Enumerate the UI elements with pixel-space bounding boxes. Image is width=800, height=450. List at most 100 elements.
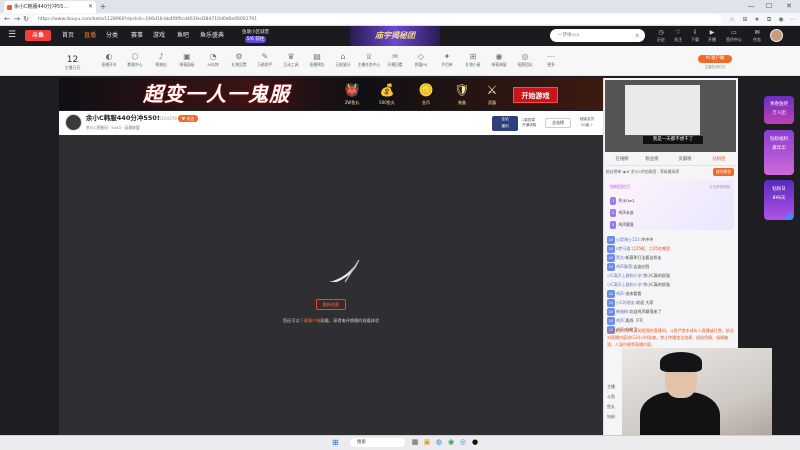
- side-ad-2[interactable]: 钻粉福利 嘉年华: [764, 130, 794, 175]
- download-button[interactable]: ⇩ 下载: [686, 29, 704, 45]
- obs-icon[interactable]: ●: [470, 437, 480, 447]
- user-avatar[interactable]: [770, 29, 783, 42]
- tab-diamond-fans[interactable]: 钻粉团: [704, 156, 734, 164]
- event-banner[interactable]: 庙宇揭秘团: [350, 26, 440, 46]
- minimize-button[interactable]: —: [744, 0, 758, 13]
- chat-username[interactable]: a梦马逢:: [616, 246, 632, 251]
- tool-item[interactable]: ⋯ 更多: [538, 51, 564, 73]
- back-icon[interactable]: ←: [2, 13, 12, 26]
- follow-list-button[interactable]: ♡ 关注: [669, 29, 687, 45]
- search-input[interactable]: 一梦缘sca ⌕: [550, 29, 645, 42]
- tool-item[interactable]: ♕ 主播任务中心: [356, 51, 382, 73]
- tool-icon: ▤: [313, 52, 321, 61]
- tool-label: 礼物设置: [231, 62, 247, 67]
- nav-yuba[interactable]: 鱼吧: [177, 30, 189, 41]
- tool-item[interactable]: ◇ 颜值PK: [408, 51, 434, 73]
- nav-esports[interactable]: 赛事: [131, 30, 143, 41]
- download-client-link[interactable]: 下载客户端: [300, 318, 321, 323]
- tool-item[interactable]: ♛ 互动工具: [278, 51, 304, 73]
- edge-icon[interactable]: ◍: [434, 437, 444, 447]
- new-tab-button[interactable]: +: [98, 1, 108, 12]
- tool-item[interactable]: ◐ 直播开关: [96, 51, 122, 73]
- follow-button[interactable]: ♥ 关注: [178, 115, 198, 122]
- collections-icon[interactable]: ⧉: [764, 14, 774, 25]
- chat-username[interactable]: 火箭骑士123:: [616, 237, 641, 242]
- promo-castle[interactable]: 鱼塘小区城堡 5/6 前往: [233, 29, 278, 43]
- reload-button[interactable]: 重新加载: [316, 299, 346, 310]
- go-live-button[interactable]: ▶ 开播: [703, 29, 721, 45]
- tool-item[interactable]: ▤ 直播预告: [304, 51, 330, 73]
- site-rank-button[interactable]: 全站榜: [545, 118, 571, 128]
- become-fan-button[interactable]: 成为粉丝: [712, 168, 734, 176]
- fan-name: 秀水QaQ: [618, 198, 635, 203]
- chat-username[interactable]: 小C离开上路和小学:: [607, 282, 643, 287]
- chat-username[interactable]: 韩服粉:: [616, 309, 629, 314]
- app-icon[interactable]: ◉: [446, 437, 456, 447]
- taskbar-search[interactable]: 搜索: [350, 438, 405, 447]
- favorites-icon[interactable]: ★: [752, 14, 762, 25]
- menu-icon[interactable]: ☰: [8, 30, 18, 40]
- tool-item[interactable]: ♒ 开播回看: [382, 51, 408, 73]
- close-tab-icon[interactable]: ✕: [88, 1, 93, 13]
- user-level-badge: LV: [607, 254, 615, 262]
- streamer-avatar[interactable]: [65, 114, 82, 131]
- tool-label: 主播任务中心: [357, 62, 381, 67]
- tab-contribution[interactable]: 贡献榜: [670, 156, 700, 164]
- url-field[interactable]: https://www.douyu.com/beta/1128960?dyshi…: [32, 15, 722, 24]
- floating-help-icon[interactable]: [786, 213, 793, 220]
- site-welfare-card[interactable]: 全站 福利: [492, 116, 518, 131]
- close-window-button[interactable]: ✕: [782, 0, 796, 13]
- maximize-button[interactable]: ☐: [762, 0, 776, 13]
- tasks-button[interactable]: ✉ 任务: [748, 29, 766, 45]
- windows-start-icon[interactable]: ⊞: [332, 438, 341, 447]
- nav-festival[interactable]: 鱼乐盛典: [200, 30, 224, 41]
- nav-category[interactable]: 分类: [106, 30, 118, 41]
- tool-item[interactable]: ⬡ 数据中心: [122, 51, 148, 73]
- extensions-icon[interactable]: ⊞: [740, 14, 750, 25]
- preview-caption: 我是一天都不想干了: [643, 136, 703, 144]
- fan-row[interactable]: 2 鸡声未逝: [610, 209, 732, 217]
- chat-username[interactable]: 黑光:: [616, 255, 625, 260]
- profile-icon[interactable]: ◉: [776, 14, 786, 25]
- person-hair: [660, 352, 702, 372]
- fan-row[interactable]: 1 秀水QaQ: [610, 197, 732, 205]
- chat-username[interactable]: 鸡声飘落:: [616, 264, 633, 269]
- tool-item[interactable]: ♪ 预演出: [148, 51, 174, 73]
- tool-item[interactable]: ◉ 弹幕弹窗: [486, 51, 512, 73]
- browser-icon[interactable]: ◎: [458, 437, 468, 447]
- tool-item[interactable]: ⊞ 礼物小屋: [460, 51, 486, 73]
- search-icon[interactable]: ⌕: [636, 29, 639, 42]
- tool-item[interactable]: ◎ 观察团队: [512, 51, 538, 73]
- chat-username[interactable]: 鸡声:: [616, 318, 625, 323]
- side-ad-1[interactable]: 青春鱼吧 万人团: [764, 96, 794, 124]
- tool-item[interactable]: ✎ 万能助手: [252, 51, 278, 73]
- tool-item[interactable]: ⌂ 正能量分: [330, 51, 356, 73]
- pc-client-button[interactable]: PC客户端: [698, 55, 732, 63]
- tool-item[interactable]: ◔ AI礼物: [200, 51, 226, 73]
- fan-row[interactable]: 3 鸡声飘落: [610, 221, 732, 229]
- reload-icon[interactable]: ↻: [21, 13, 31, 26]
- chat-username[interactable]: 鸡声:: [616, 291, 625, 296]
- bookmark-star-icon[interactable]: ☆: [727, 14, 737, 25]
- chat-username[interactable]: 小C离开上路和小学:: [607, 273, 643, 278]
- chat-username[interactable]: 小C的朋友:: [616, 300, 636, 305]
- tool-item[interactable]: ✦ 节目单: [434, 51, 460, 73]
- browser-menu-icon[interactable]: ⋯: [788, 14, 798, 25]
- contract-center-button[interactable]: ▭ 签约中心: [722, 29, 746, 45]
- history-button[interactable]: ◷ 历史: [652, 29, 670, 45]
- browser-tab[interactable]: 余小C韩服440分冲55... ✕: [4, 1, 96, 13]
- start-game-button[interactable]: 开始游戏: [513, 87, 558, 103]
- heart-icon: ♡: [675, 29, 681, 36]
- file-explorer-icon[interactable]: ▣: [422, 437, 432, 447]
- tab-fans[interactable]: 粉丝榜: [637, 156, 667, 164]
- streamer-calendar[interactable]: 12 主播日历: [60, 55, 85, 73]
- nav-home[interactable]: 首页: [62, 30, 74, 41]
- nav-games[interactable]: 游戏: [153, 30, 165, 41]
- calendar-label: 主播日历: [64, 65, 81, 70]
- tool-item[interactable]: ⚙ 礼物设置: [226, 51, 252, 73]
- tool-item[interactable]: ▣ 弹幕面板: [174, 51, 200, 73]
- nav-live[interactable]: 直播: [84, 30, 96, 41]
- douyu-logo[interactable]: 斗鱼: [25, 30, 51, 41]
- tab-online[interactable]: 在线榜: [607, 156, 637, 164]
- task-view-icon[interactable]: ▦: [410, 437, 420, 447]
